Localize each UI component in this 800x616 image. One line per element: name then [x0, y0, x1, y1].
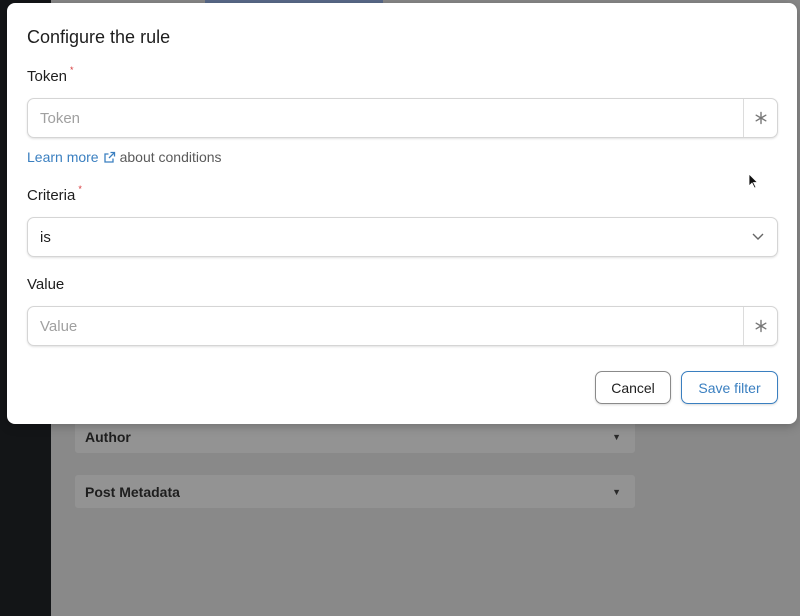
- asterisk-icon[interactable]: [743, 99, 777, 137]
- caret-down-icon: ▼: [612, 486, 621, 497]
- criteria-label-text: Criteria: [27, 187, 76, 204]
- asterisk-icon[interactable]: [743, 307, 777, 345]
- learn-more-suffix: about conditions: [119, 149, 222, 165]
- chevron-down-icon: [751, 228, 765, 246]
- save-filter-button[interactable]: Save filter: [681, 371, 778, 404]
- token-label-text: Token: [27, 68, 68, 85]
- token-label: Token *: [27, 65, 74, 85]
- criteria-select[interactable]: is: [27, 217, 778, 257]
- panel-label: Post Metadata: [85, 483, 180, 500]
- app-screen: Author ▼ Post Metadata ▼ Configure the r…: [0, 0, 800, 616]
- asterisk-icon-svg: [755, 319, 767, 333]
- value-input[interactable]: [28, 307, 743, 345]
- criteria-selected-value: is: [40, 228, 51, 246]
- cancel-button[interactable]: Cancel: [595, 371, 671, 404]
- required-marker: *: [78, 184, 82, 194]
- learn-more-row: Learn more about conditions: [27, 149, 222, 165]
- caret-down-icon: ▼: [612, 431, 621, 442]
- value-label: Value: [27, 276, 64, 293]
- token-input-group: [27, 98, 778, 138]
- external-link-icon[interactable]: [103, 151, 116, 164]
- asterisk-icon-svg: [755, 111, 767, 125]
- panel-label: Author: [85, 428, 131, 445]
- configure-rule-dialog: Configure the rule Token* Learn more: [7, 3, 797, 424]
- required-marker: *: [70, 65, 74, 75]
- dialog-title: Configure the rule: [27, 27, 171, 47]
- background-panel-author: Author ▼: [75, 420, 635, 453]
- token-input[interactable]: [28, 99, 743, 137]
- background-panel-post-metadata: Post Metadata ▼: [75, 475, 635, 508]
- value-input-group: [27, 306, 778, 346]
- mouse-cursor-icon: [748, 173, 759, 194]
- criteria-label: Criteria *: [27, 184, 82, 204]
- learn-more-link[interactable]: Learn more: [27, 149, 99, 165]
- value-label-text: Value: [27, 276, 65, 293]
